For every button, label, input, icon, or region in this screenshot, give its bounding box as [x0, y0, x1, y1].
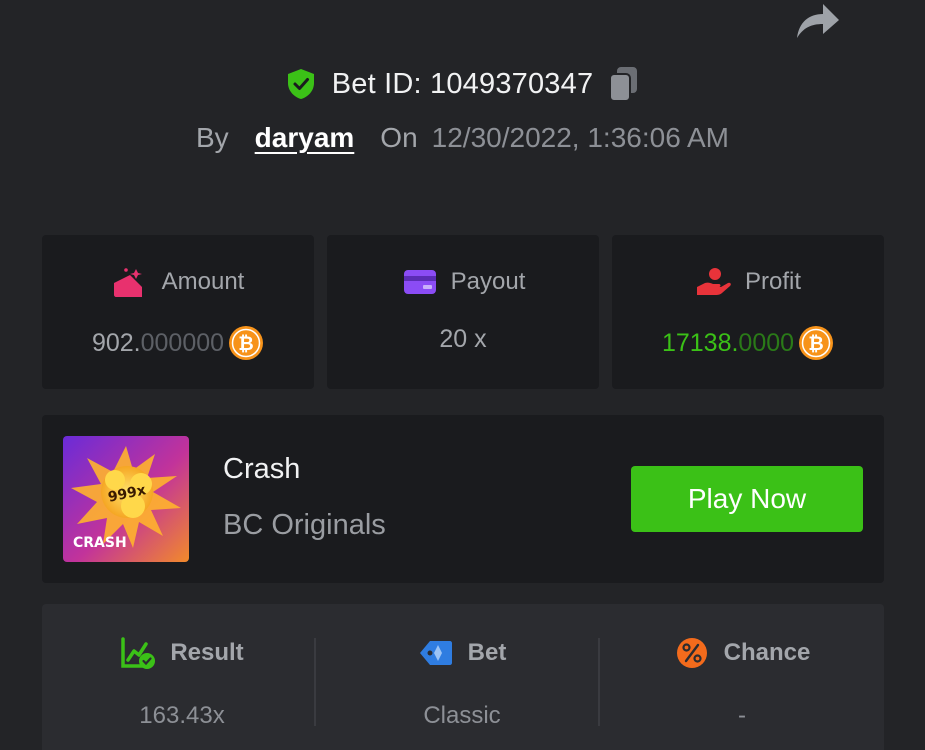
game-thumbnail[interactable]: 999x CRASH — [63, 436, 189, 562]
bet-label: Bet — [467, 639, 507, 666]
bet-id: Bet ID: 1049370347 — [331, 67, 594, 100]
on-label: On — [380, 122, 418, 153]
profit-value: 17138. 0000 ₿ — [612, 325, 884, 361]
profit-card: Profit 17138. 0000 ₿ — [612, 235, 884, 389]
svg-text:₿: ₿ — [808, 333, 823, 355]
amount-value-main: 902. — [91, 328, 141, 357]
chance-label: Chance — [723, 639, 811, 666]
profit-value-decimals: 0000 — [738, 328, 795, 357]
bet-value: Classic — [423, 702, 501, 729]
share-button[interactable] — [793, 0, 841, 42]
column-divider — [314, 638, 316, 726]
amount-card: Amount 902. 000000 ₿ — [42, 235, 314, 389]
payout-value: 20 x — [327, 325, 599, 354]
game-name[interactable]: Crash — [223, 453, 300, 486]
play-now-button[interactable]: Play Now — [631, 466, 863, 532]
payout-label: Payout — [450, 268, 526, 295]
game-provider: BC Originals — [223, 509, 386, 541]
profit-hand-icon — [696, 268, 731, 295]
username-link[interactable]: daryam — [255, 122, 355, 154]
result-value: 163.43x — [139, 702, 225, 729]
verified-shield-icon — [287, 69, 314, 99]
bet-column: Bet Classic — [322, 604, 602, 750]
chance-column: Chance - — [602, 604, 882, 750]
result-chart-icon — [121, 637, 156, 669]
bet-byline: By daryam On 12/30/2022, 1:36:06 AM — [0, 116, 925, 160]
profit-label: Profit — [744, 268, 801, 295]
share-icon — [797, 4, 839, 38]
bitcoin-coin-icon: ₿ — [799, 326, 834, 360]
copy-icon[interactable] — [607, 65, 641, 103]
bitcoin-coin-icon: ₿ — [229, 326, 264, 360]
game-card: 999x CRASH Crash BC Originals Play Now — [42, 415, 884, 583]
chance-value: - — [738, 702, 746, 729]
result-label: Result — [170, 639, 244, 666]
result-column: Result 163.43x — [42, 604, 322, 750]
column-divider — [598, 638, 600, 726]
thumb-title: CRASH — [73, 535, 127, 551]
payout-card-icon — [403, 270, 436, 294]
amount-value: 902. 000000 ₿ — [42, 325, 314, 361]
bet-id-header: Bet ID: 1049370347 — [0, 60, 925, 108]
bet-tag-icon — [419, 641, 452, 665]
result-card: Result 163.43x Bet Classic Chance - — [42, 604, 884, 750]
percent-icon — [676, 638, 707, 668]
crash-game-image: 999x CRASH — [63, 436, 189, 562]
bet-datetime: 12/30/2022, 1:36:06 AM — [431, 122, 730, 153]
payout-card: Payout 20 x — [327, 235, 599, 389]
amount-label: Amount — [161, 268, 245, 295]
svg-text:₿: ₿ — [238, 333, 253, 355]
amount-value-decimals: 000000 — [140, 328, 225, 357]
amount-icon — [113, 268, 142, 297]
payout-value-text: 20 x — [439, 325, 487, 353]
by-label: By — [195, 122, 229, 153]
profit-value-main: 17138. — [661, 328, 739, 357]
